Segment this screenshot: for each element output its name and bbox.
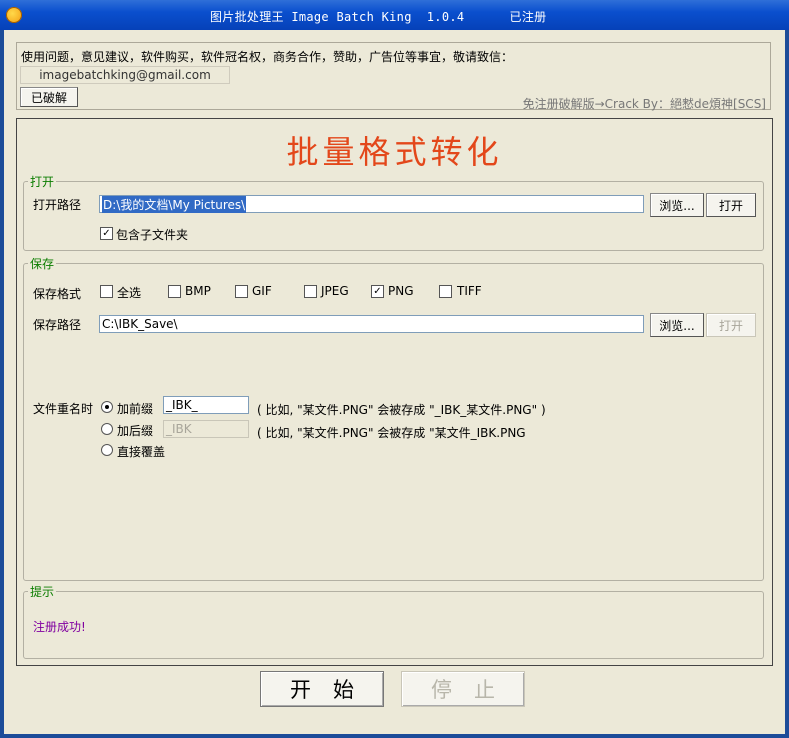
format-jpeg-label: JPEG bbox=[321, 284, 349, 298]
format-all-label: 全选 bbox=[117, 286, 142, 300]
window-title: 图片批处理王 Image Batch King 1.0.4 已注册 bbox=[210, 10, 547, 24]
open-path-input[interactable]: D:\我的文档\My Pictures\ bbox=[99, 195, 644, 213]
format-jpeg-checkbox[interactable] bbox=[304, 285, 317, 298]
rename-suffix-label: 加后缀 bbox=[117, 424, 154, 438]
window-body: 使用问题，意见建议，软件购买，软件冠名权，商务合作，赞助，广告位等事宜，敬请致信… bbox=[4, 30, 785, 734]
hint-group-legend: 提示 bbox=[30, 585, 55, 599]
title-bar: 图片批处理王 Image Batch King 1.0.4 已注册 bbox=[0, 0, 789, 30]
crack-note: 免注册破解版→Crack By：絕慭de煩神[SCS] bbox=[522, 97, 766, 111]
rename-overwrite-label: 直接覆盖 bbox=[117, 445, 166, 459]
include-subfolders-checkbox[interactable]: ✓ bbox=[100, 227, 113, 240]
format-gif-label: GIF bbox=[252, 284, 272, 298]
open-path-label: 打开路径 bbox=[33, 198, 82, 212]
status-message: 注册成功! bbox=[33, 620, 86, 634]
hint-group: 提示 bbox=[23, 583, 764, 659]
email-field: imagebatchking@gmail.com bbox=[20, 66, 230, 84]
app-icon[interactable] bbox=[6, 7, 22, 23]
format-tiff-checkbox[interactable] bbox=[439, 285, 452, 298]
rename-suffix-radio[interactable] bbox=[101, 423, 113, 435]
contact-text: 使用问题，意见建议，软件购买，软件冠名权，商务合作，赞助，广告位等事宜，敬请致信… bbox=[21, 50, 514, 64]
save-path-label: 保存路径 bbox=[33, 318, 82, 332]
format-gif-checkbox[interactable] bbox=[235, 285, 248, 298]
rename-prefix-label: 加前缀 bbox=[117, 402, 154, 416]
open-group-legend: 打开 bbox=[30, 175, 55, 189]
include-subfolders-label: 包含子文件夹 bbox=[116, 228, 189, 242]
format-png-label: PNG bbox=[388, 284, 414, 298]
prefix-input[interactable]: _IBK_ bbox=[163, 396, 249, 414]
save-path-input[interactable]: C:\IBK_Save\ bbox=[99, 315, 644, 333]
save-browse-button[interactable]: 浏览... bbox=[650, 313, 704, 337]
save-open-button[interactable]: 打开 bbox=[706, 313, 756, 337]
save-format-label: 保存格式 bbox=[33, 287, 82, 301]
cracked-button[interactable]: 已破解 bbox=[20, 87, 78, 107]
format-tiff-label: TIFF bbox=[457, 284, 482, 298]
rename-prefix-radio[interactable] bbox=[101, 401, 113, 413]
start-button[interactable]: 开始 bbox=[260, 671, 384, 707]
suffix-example: ( 比如, "某文件.PNG" 会被存成 "某文件_IBK.PNG bbox=[257, 426, 526, 440]
format-all-checkbox[interactable] bbox=[100, 285, 113, 298]
format-bmp-checkbox[interactable] bbox=[168, 285, 181, 298]
stop-button[interactable]: 停止 bbox=[401, 671, 525, 707]
open-path-value: D:\我的文档\My Pictures\ bbox=[102, 195, 247, 213]
prefix-example: ( 比如, "某文件.PNG" 会被存成 "_IBK_某文件.PNG" ) bbox=[257, 403, 546, 417]
format-png-checkbox[interactable]: ✓ bbox=[371, 285, 384, 298]
main-panel: 批量格式转化 打开 打开路径 D:\我的文档\My Pictures\ 浏览..… bbox=[16, 118, 773, 666]
open-browse-button[interactable]: 浏览... bbox=[650, 193, 704, 217]
rename-label: 文件重名时 bbox=[33, 402, 94, 416]
save-group: 保存 bbox=[23, 255, 764, 581]
open-button[interactable]: 打开 bbox=[706, 193, 756, 217]
format-bmp-label: BMP bbox=[185, 284, 211, 298]
suffix-input[interactable]: _IBK bbox=[163, 420, 249, 438]
page-title: 批量格式转化 bbox=[286, 133, 503, 171]
contact-panel: 使用问题，意见建议，软件购买，软件冠名权，商务合作，赞助，广告位等事宜，敬请致信… bbox=[16, 42, 771, 111]
rename-overwrite-radio[interactable] bbox=[101, 444, 113, 456]
save-group-legend: 保存 bbox=[30, 257, 55, 271]
